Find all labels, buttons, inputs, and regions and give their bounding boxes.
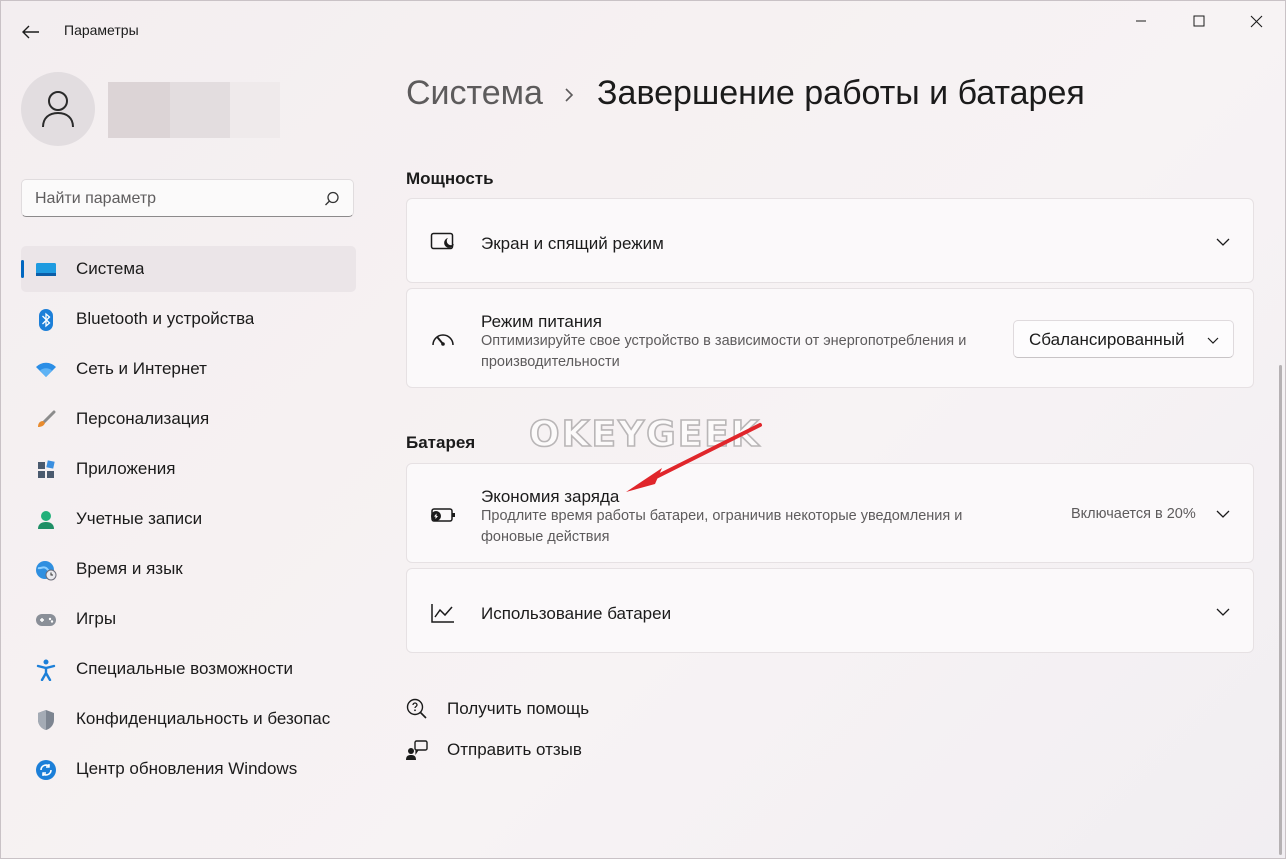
apps-icon (35, 459, 57, 481)
accessibility-icon (35, 659, 57, 681)
battery-saver-title: Экономия заряда (481, 487, 620, 506)
sidebar-item-label: Приложения (76, 459, 176, 478)
gauge-icon (429, 325, 457, 353)
battery-saver-icon (429, 501, 457, 529)
sidebar-item-personalization[interactable]: Персонализация (21, 396, 356, 442)
sidebar-item-apps[interactable]: Приложения (21, 446, 356, 492)
app-title: Параметры (64, 22, 139, 38)
search-box[interactable] (21, 179, 354, 218)
sidebar-item-label: Bluetooth и устройства (76, 309, 255, 328)
battery-saver-card[interactable]: Экономия заряда Продлите время работы ба… (406, 463, 1254, 563)
sidebar-item-windows-update[interactable]: Центр обновления Windows (21, 746, 356, 792)
sidebar-item-label: Учетные записи (76, 509, 203, 528)
power-mode-title: Режим питания (481, 312, 602, 331)
sidebar-item-accessibility[interactable]: Специальные возможности (21, 646, 356, 692)
back-button[interactable] (18, 20, 44, 44)
sidebar-item-label: Сеть и Интернет (76, 359, 207, 378)
profile-name-redacted (170, 82, 230, 138)
power-mode-select[interactable]: Сбалансированный (1013, 320, 1234, 358)
scrollbar[interactable] (1279, 365, 1282, 855)
sidebar-item-label: Система (76, 259, 145, 278)
gamepad-icon (35, 609, 57, 631)
send-feedback-label: Отправить отзыв (447, 740, 582, 759)
back-arrow-icon (22, 25, 39, 39)
chart-line-icon (429, 599, 457, 627)
battery-saver-status: Включается в 20% (1071, 506, 1196, 522)
shield-icon (35, 709, 57, 731)
send-feedback-link[interactable]: Отправить отзыв (406, 736, 582, 764)
sidebar-item-label: Центр обновления Windows (76, 759, 298, 778)
sidebar-item-time-language[interactable]: Время и язык (21, 546, 356, 592)
sidebar-item-accounts[interactable]: Учетные записи (21, 496, 356, 542)
screen-sleep-title: Экран и спящий режим (481, 234, 664, 253)
brush-icon (35, 409, 57, 431)
chevron-right-icon (565, 88, 574, 102)
maximize-button[interactable] (1176, 6, 1222, 36)
sidebar-item-gaming[interactable]: Игры (21, 596, 356, 642)
chevron-down-icon[interactable] (1215, 604, 1231, 620)
breadcrumb: Система (406, 74, 543, 113)
sidebar-item-system[interactable]: Система (21, 246, 356, 292)
wifi-icon (35, 359, 57, 381)
get-help-label: Получить помощь (447, 699, 590, 718)
sidebar-item-label: Персонализация (76, 409, 210, 428)
page-title: Завершение работы и батарея (597, 74, 1085, 112)
chevron-down-icon (1207, 337, 1219, 344)
annotation-arrow (626, 423, 762, 492)
screen-sleep-card[interactable]: Экран и спящий режим (406, 198, 1254, 283)
sidebar-item-bluetooth[interactable]: Bluetooth и устройства (21, 296, 356, 342)
power-mode-card: Режим питания Оптимизируйте свое устройс… (406, 288, 1254, 388)
person-icon (35, 509, 57, 531)
power-mode-description: Оптимизируйте свое устройство в зависимо… (481, 333, 967, 370)
sidebar-item-privacy[interactable]: Конфиденциальность и безопас (21, 696, 356, 742)
sidebar-item-network[interactable]: Сеть и Интернет (21, 346, 356, 392)
sidebar-item-label: Игры (76, 609, 117, 628)
power-mode-selected-value: Сбалансированный (1029, 330, 1185, 349)
chevron-down-icon[interactable] (1215, 234, 1231, 250)
sidebar-nav: Система Bluetooth и устройства Сеть и Ин… (21, 246, 356, 796)
battery-saver-description: Продлите время работы батареи, ограничив… (481, 508, 963, 545)
sidebar-item-label: Специальные возможности (76, 659, 294, 678)
close-icon (1250, 15, 1262, 27)
help-icon (406, 698, 428, 720)
minimize-icon (1136, 20, 1146, 22)
breadcrumb-parent[interactable]: Система (406, 74, 543, 112)
chevron-down-icon[interactable] (1215, 506, 1231, 522)
battery-usage-title: Использование батареи (481, 604, 672, 623)
system-icon (35, 259, 57, 281)
maximize-icon (1193, 15, 1205, 27)
update-icon (35, 759, 57, 781)
globe-clock-icon (35, 559, 57, 581)
sidebar-item-label: Время и язык (76, 559, 183, 578)
battery-usage-card[interactable]: Использование батареи (406, 568, 1254, 653)
profile-name-redacted (108, 82, 170, 138)
section-title-battery: Батарея (406, 433, 476, 452)
search-icon[interactable] (323, 190, 341, 208)
close-button[interactable] (1233, 6, 1279, 36)
screen-sleep-icon (429, 228, 457, 256)
section-title-power: Мощность (406, 169, 494, 188)
title-bar: Параметры (0, 0, 1286, 62)
search-input[interactable] (22, 180, 327, 218)
profile-email-redacted (230, 82, 280, 138)
sidebar-item-label: Конфиденциальность и безопас (76, 709, 331, 728)
avatar[interactable] (21, 72, 95, 146)
get-help-link[interactable]: Получить помощь (406, 695, 589, 723)
bluetooth-icon (35, 309, 57, 331)
feedback-icon (406, 739, 428, 761)
minimize-button[interactable] (1118, 6, 1164, 36)
person-icon (42, 91, 74, 128)
